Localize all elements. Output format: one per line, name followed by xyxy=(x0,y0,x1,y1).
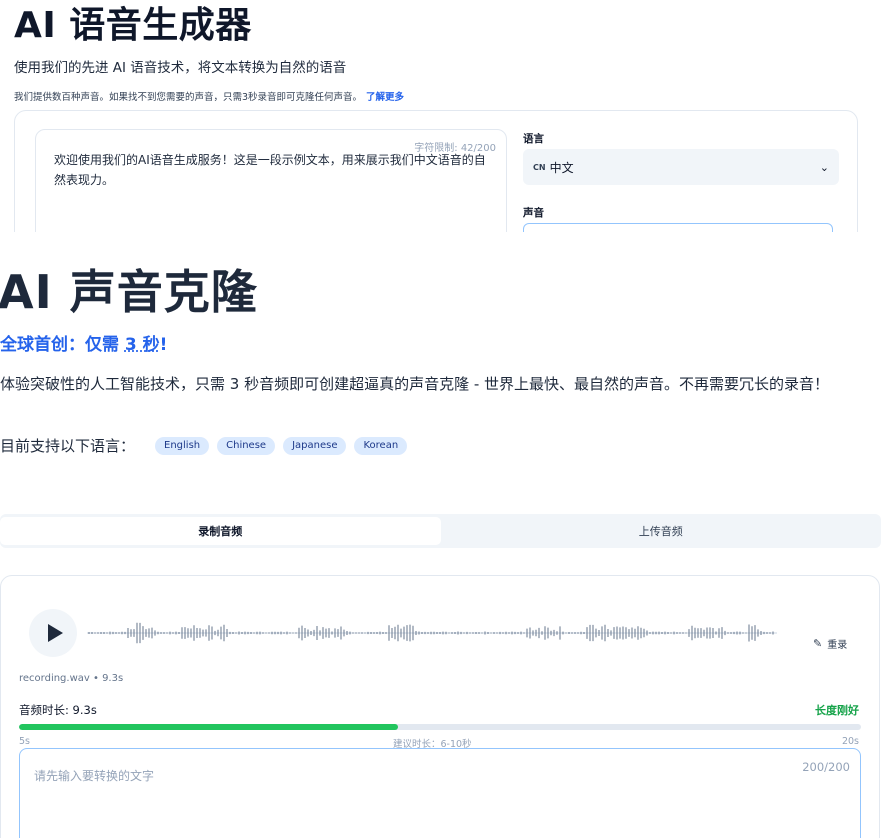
voices-note: 我们提供数百种声音。如果找不到您需要的声音，只需3秒录音即可克隆任何声音。 了解更… xyxy=(14,89,404,103)
duration-progress-bar xyxy=(19,724,861,730)
voice-select[interactable] xyxy=(523,223,833,232)
chevron-down-icon: ⌄ xyxy=(819,160,829,174)
text-input-area[interactable]: 字符限制: 42/200 欢迎使用我们的AI语音生成服务！这是一段示例文本，用来… xyxy=(35,129,507,232)
page-title: AI 语音生成器 xyxy=(14,5,252,46)
play-icon xyxy=(47,624,63,642)
tab-record-audio[interactable]: 录制音频 xyxy=(0,517,441,545)
play-button[interactable] xyxy=(29,609,77,657)
cn-flag-icon: CN xyxy=(533,162,546,172)
waveform[interactable] xyxy=(87,611,777,655)
language-label: 语言 xyxy=(523,133,544,145)
voice-generator-panel: AI 语音生成器 使用我们的先进 AI 语音技术，将文本转换为自然的语音 我们提… xyxy=(0,0,881,232)
audio-source-tabs: 录制音频 上传音频 xyxy=(0,514,881,548)
page-subtitle: 使用我们的先进 AI 语音技术，将文本转换为自然的语音 xyxy=(14,60,347,76)
language-chip: Chinese xyxy=(217,436,276,455)
scale-min: 5s xyxy=(19,736,30,747)
tab-upload-audio[interactable]: 上传音频 xyxy=(441,517,881,545)
duration-status: 长度刚好 xyxy=(815,704,859,717)
supported-languages: 目前支持以下语言： English Chinese Japanese Korea… xyxy=(0,435,415,456)
language-chip: English xyxy=(155,436,210,455)
reset-button[interactable]: ✎ 重录 xyxy=(813,636,847,651)
duration-progress-fill xyxy=(19,724,398,730)
voice-clone-panel: AI 声音克隆 全球首创：仅需 3 秒! 体验突破性的人工智能技术，只需 3 秒… xyxy=(0,232,881,838)
highlight-emphasis: 3 秒 xyxy=(124,335,160,355)
tts-char-count: 200/200 xyxy=(802,760,850,774)
voice-label: 声音 xyxy=(523,207,544,219)
clone-highlight: 全球首创：仅需 3 秒! xyxy=(0,330,167,355)
language-value: 中文 xyxy=(549,160,574,175)
languages-label: 目前支持以下语言： xyxy=(0,437,136,455)
voices-note-text: 我们提供数百种声音。如果找不到您需要的声音，只需3秒录音即可克隆任何声音。 xyxy=(14,92,363,103)
clone-description: 体验突破性的人工智能技术，只需 3 秒音频即可创建超逼真的声音克隆 - 世界上最… xyxy=(0,375,830,393)
generator-card: 字符限制: 42/200 欢迎使用我们的AI语音生成服务！这是一段示例文本，用来… xyxy=(14,110,858,232)
sample-text[interactable]: 欢迎使用我们的AI语音生成服务！这是一段示例文本，用来展示我们中文语音的自然表现… xyxy=(54,150,494,190)
language-chip: Korean xyxy=(354,436,408,455)
pencil-icon: ✎ xyxy=(813,637,823,650)
scale-max: 20s xyxy=(841,736,859,747)
recording-card: ✎ 重录 recording.wav • 9.3s 音频时长: 9.3s 长度刚… xyxy=(0,575,880,838)
language-select[interactable]: CN 中文 ⌄ xyxy=(523,149,839,185)
highlight-suffix: ! xyxy=(159,335,168,355)
language-chip: Japanese xyxy=(283,436,347,455)
tts-input-placeholder: 请先输入要转换的文字 xyxy=(34,769,155,783)
reset-label: 重录 xyxy=(827,640,848,651)
learn-more-link[interactable]: 了解更多 xyxy=(366,92,404,103)
tts-text-input[interactable]: 请先输入要转换的文字 200/200 xyxy=(19,748,861,838)
file-info: recording.wav • 9.3s xyxy=(19,673,124,684)
highlight-prefix: 全球首创：仅需 xyxy=(0,335,125,355)
duration-label: 音频时长: 9.3s xyxy=(19,703,97,717)
clone-title: AI 声音克隆 xyxy=(0,265,258,319)
